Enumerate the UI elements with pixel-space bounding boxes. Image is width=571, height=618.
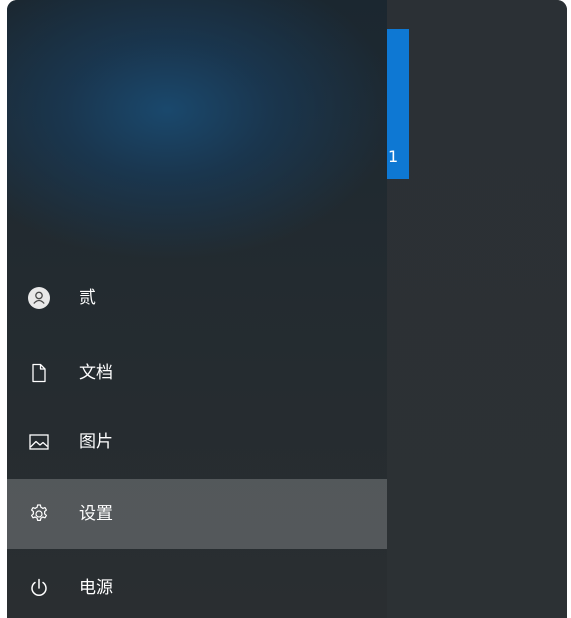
menu-item-label: 设置 bbox=[79, 504, 113, 524]
document-icon bbox=[27, 361, 51, 385]
menu-item-settings[interactable]: 设置 bbox=[7, 479, 387, 549]
menu-item-documents[interactable]: 文档 bbox=[7, 338, 387, 408]
tile-label: 1 bbox=[388, 147, 399, 166]
menu-item-label: 贰 bbox=[79, 288, 96, 308]
tiles-area bbox=[387, 0, 567, 618]
menu-item-power[interactable]: 电源 bbox=[7, 553, 387, 618]
menu-item-label: 图片 bbox=[79, 432, 113, 452]
user-avatar-icon bbox=[27, 286, 51, 310]
menu-item-user[interactable]: 贰 bbox=[7, 263, 387, 333]
app-tile[interactable]: 1 bbox=[387, 29, 409, 179]
picture-icon bbox=[27, 430, 51, 454]
gear-icon bbox=[27, 502, 51, 526]
menu-item-label: 文档 bbox=[79, 363, 113, 383]
menu-item-label: 电源 bbox=[79, 578, 113, 598]
menu-item-pictures[interactable]: 图片 bbox=[7, 407, 387, 477]
start-menu-window: 1 贰 文档 图片 设置 电源 bbox=[7, 0, 567, 618]
power-icon bbox=[27, 576, 51, 600]
